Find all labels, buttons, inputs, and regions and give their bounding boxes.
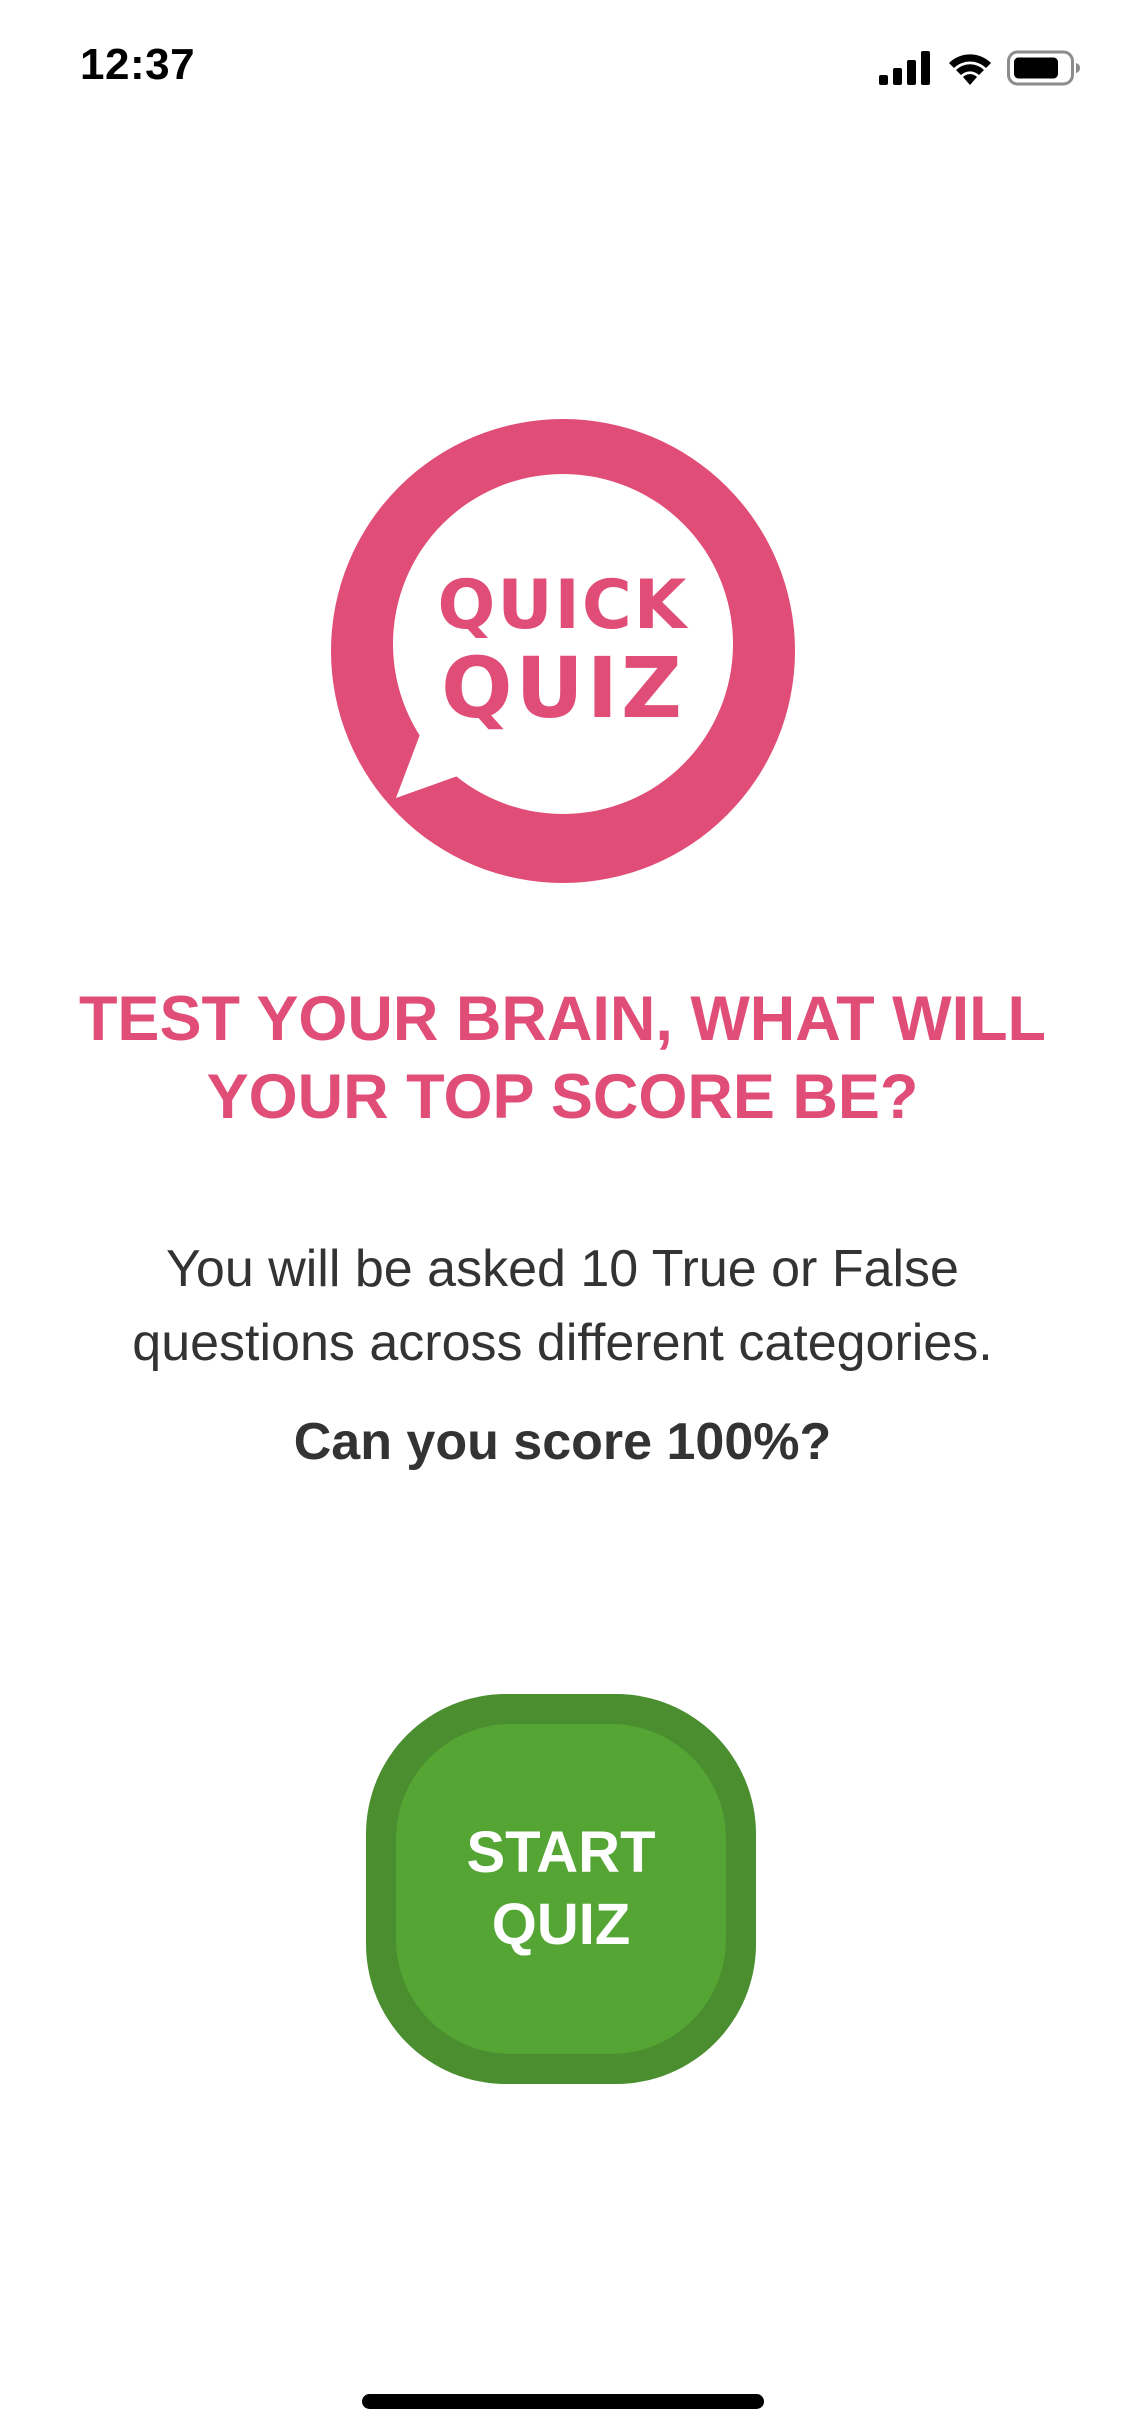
logo-text: QUICK QUIZ: [330, 418, 796, 884]
quick-quiz-logo: QUICK QUIZ: [330, 418, 796, 884]
wifi-icon: [947, 51, 993, 90]
headline: TEST YOUR BRAIN, WHAT WILL YOUR TOP SCOR…: [78, 984, 1047, 1132]
logo-line-quick: QUICK: [437, 566, 689, 645]
start-quiz-button-inner[interactable]: START QUIZ: [396, 1724, 726, 2054]
status-icons: [879, 48, 1081, 92]
status-bar: 12:37: [0, 0, 1125, 132]
status-time: 12:37: [80, 40, 196, 89]
challenge-text: Can you score 100%?: [293, 1413, 832, 1471]
home-indicator[interactable]: [362, 2394, 764, 2409]
description: You will be asked 10 True or False quest…: [132, 1240, 993, 1372]
battery-icon: [1007, 50, 1081, 91]
start-quiz-label: START QUIZ: [466, 1820, 656, 1957]
cellular-signal-icon: [879, 50, 933, 90]
logo-line-quiz: QUIZ: [441, 639, 685, 737]
start-quiz-button[interactable]: START QUIZ: [366, 1694, 756, 2084]
